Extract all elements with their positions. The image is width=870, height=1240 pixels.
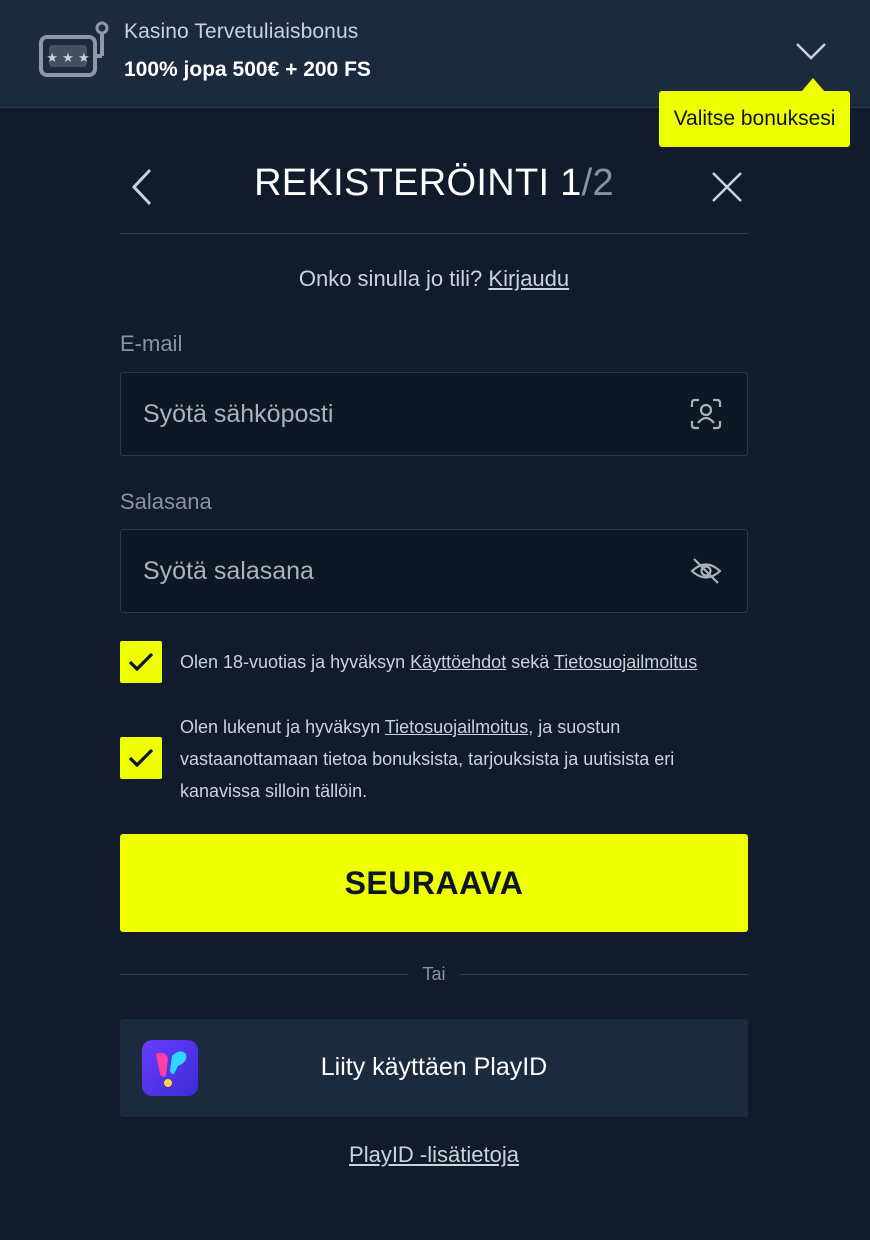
next-button[interactable]: SEURAAVA (120, 834, 748, 932)
login-prompt-text: Onko sinulla jo tili? (298, 266, 483, 291)
playid-button-label: Liity käyttäen PlayID (320, 1053, 548, 1081)
eye-off-icon[interactable] (689, 554, 723, 588)
or-divider-right (460, 974, 748, 975)
face-scan-icon[interactable] (689, 397, 723, 431)
terms-checkbox[interactable] (120, 641, 162, 683)
email-input[interactable] (121, 373, 681, 455)
password-input[interactable] (121, 530, 681, 612)
password-label: Salasana (120, 489, 212, 514)
privacy-link[interactable]: Tietosuojailmoitus (554, 652, 697, 672)
terms-text-before: Olen 18-vuotias ja hyväksyn (180, 652, 411, 672)
playid-button[interactable]: Liity käyttäen PlayID (120, 1019, 748, 1117)
login-prompt: Onko sinulla jo tili? Kirjaudu (120, 266, 748, 292)
marketing-privacy-link[interactable]: Tietosuojailmoitus (385, 717, 528, 737)
checkmark-icon (128, 748, 154, 768)
email-label: E-mail (120, 331, 183, 356)
terms-text-middle: sekä (506, 652, 554, 672)
or-divider-left (120, 974, 408, 975)
chevron-down-icon[interactable] (794, 38, 828, 64)
email-field[interactable] (120, 372, 748, 456)
bonus-tooltip: Valitse bonuksesi (659, 78, 850, 147)
bonus-offer: 100% jopa 500€ + 200 FS (124, 58, 371, 81)
checkmark-icon (128, 652, 154, 672)
svg-text:★ ★ ★: ★ ★ ★ (46, 51, 89, 66)
marketing-text: Olen lukenut ja hyväksyn Tietosuojailmoi… (180, 711, 740, 807)
header-divider (120, 233, 748, 234)
page-title: REKISTERÖINTI 1/2 (120, 162, 748, 205)
page-title-step-total: /2 (581, 162, 614, 204)
or-text: Tai (422, 964, 446, 984)
page-title-main: REKISTERÖINTI 1 (254, 162, 582, 204)
marketing-checkbox[interactable] (120, 737, 162, 779)
bonus-title: Kasino Tervetuliaisbonus (124, 20, 359, 43)
slot-machine-icon: ★ ★ ★ (39, 21, 109, 77)
terms-text: Olen 18-vuotias ja hyväksyn Käyttöehdot … (180, 646, 740, 678)
terms-link[interactable]: Käyttöehdot (410, 652, 506, 672)
close-icon[interactable] (710, 170, 744, 204)
password-field[interactable] (120, 529, 748, 613)
login-link[interactable]: Kirjaudu (488, 266, 569, 291)
playid-info-link[interactable]: PlayID -lisätietoja (120, 1142, 748, 1168)
marketing-text-before: Olen lukenut ja hyväksyn (180, 717, 385, 737)
